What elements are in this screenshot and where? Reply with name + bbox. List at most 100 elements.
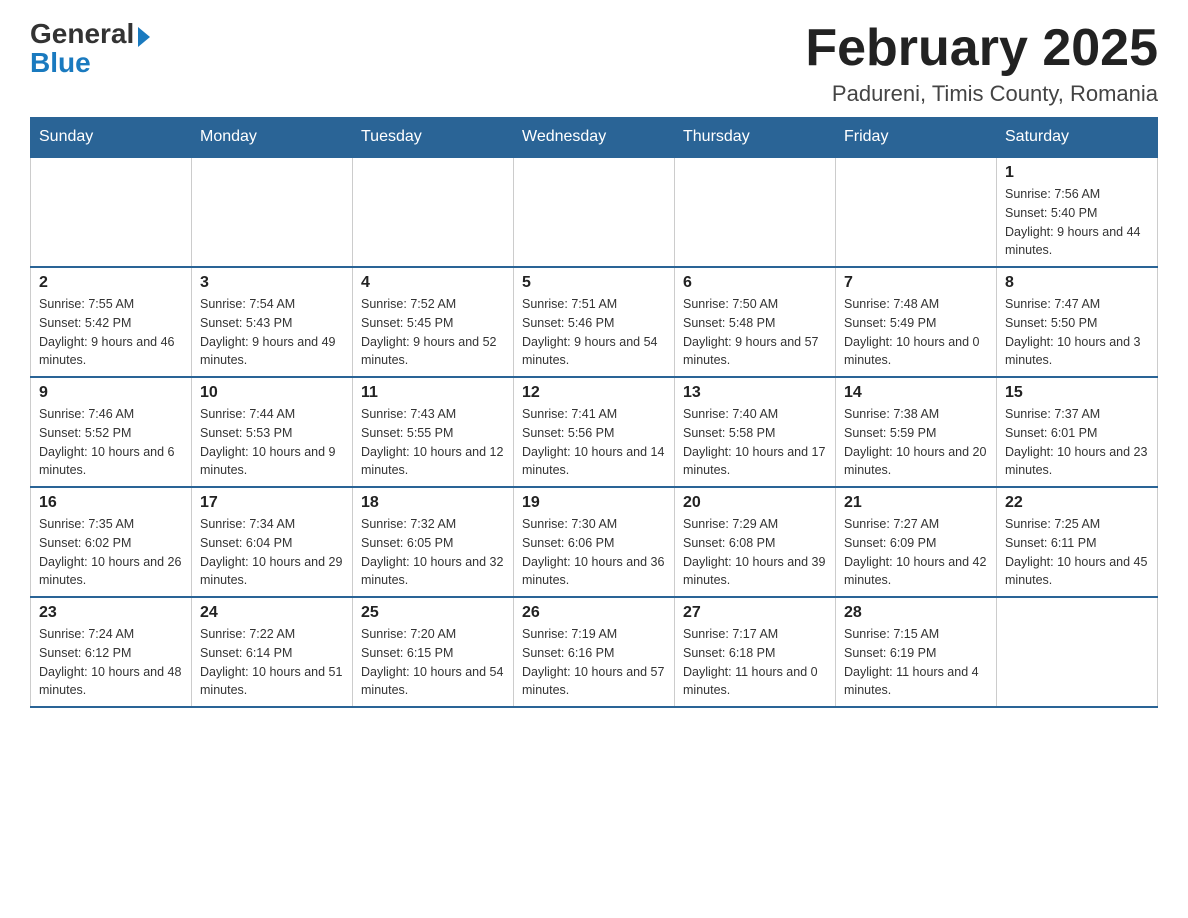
calendar-cell: 28Sunrise: 7:15 AM Sunset: 6:19 PM Dayli… — [836, 597, 997, 707]
calendar-week-row: 23 Sunrise: 7:24 AM Sunset: 6:12 PM Dayli… — [31, 597, 1158, 707]
day-number: 24 — [200, 604, 344, 622]
day-number: 13 — [683, 384, 827, 402]
calendar-cell: 10 Sunrise: 7:44 AM Sunset: 5:53 PM Dayli… — [192, 377, 353, 487]
day-info: Sunrise: 7:48 AM Sunset: 5:49 PM Dayligh… — [844, 295, 988, 370]
day-info: Sunrise: 7:20 AM Sunset: 6:15 PM Dayligh… — [361, 625, 505, 700]
day-number: 19 — [522, 494, 666, 512]
calendar-table: SundayMondayTuesdayWednesdayThursdayFrid… — [30, 117, 1158, 708]
calendar-body: 1 Sunrise: 7:56 AM Sunset: 5:40 PM Daylig… — [31, 157, 1158, 707]
calendar-week-row: 1 Sunrise: 7:56 AM Sunset: 5:40 PM Daylig… — [31, 157, 1158, 267]
calendar-cell: 14Sunrise: 7:38 AM Sunset: 5:59 PM Dayli… — [836, 377, 997, 487]
calendar-week-row: 9 Sunrise: 7:46 AM Sunset: 5:52 PM Daylig… — [31, 377, 1158, 487]
calendar-cell: 11Sunrise: 7:43 AM Sunset: 5:55 PM Dayli… — [353, 377, 514, 487]
location-subtitle: Padureni, Timis County, Romania — [805, 81, 1158, 107]
calendar-cell — [192, 157, 353, 267]
day-number: 12 — [522, 384, 666, 402]
calendar-cell: 6Sunrise: 7:50 AM Sunset: 5:48 PM Daylig… — [675, 267, 836, 377]
weekday-row: SundayMondayTuesdayWednesdayThursdayFrid… — [31, 118, 1158, 158]
day-number: 16 — [39, 494, 183, 512]
calendar-cell: 18 Sunrise: 7:32 AM Sunset: 6:05 PM Dayli… — [353, 487, 514, 597]
day-number: 1 — [1005, 164, 1149, 182]
day-number: 18 — [361, 494, 505, 512]
calendar-cell — [514, 157, 675, 267]
calendar-cell: 27 Sunrise: 7:17 AM Sunset: 6:18 PM Dayli… — [675, 597, 836, 707]
day-info: Sunrise: 7:50 AM Sunset: 5:48 PM Dayligh… — [683, 295, 827, 370]
day-info: Sunrise: 7:15 AM Sunset: 6:19 PM Dayligh… — [844, 625, 988, 700]
day-number: 2 — [39, 274, 183, 292]
calendar-cell: 21 Sunrise: 7:27 AM Sunset: 6:09 PM Dayli… — [836, 487, 997, 597]
day-number: 7 — [844, 274, 988, 292]
day-info: Sunrise: 7:51 AM Sunset: 5:46 PM Dayligh… — [522, 295, 666, 370]
day-number: 23 — [39, 604, 183, 622]
day-number: 22 — [1005, 494, 1149, 512]
day-info: Sunrise: 7:40 AM Sunset: 5:58 PM Dayligh… — [683, 405, 827, 480]
calendar-cell: 26Sunrise: 7:19 AM Sunset: 6:16 PM Dayli… — [514, 597, 675, 707]
calendar-cell — [836, 157, 997, 267]
day-number: 5 — [522, 274, 666, 292]
day-number: 20 — [683, 494, 827, 512]
day-info: Sunrise: 7:25 AM Sunset: 6:11 PM Dayligh… — [1005, 515, 1149, 590]
logo-blue-text: Blue — [30, 47, 91, 78]
day-number: 11 — [361, 384, 505, 402]
day-info: Sunrise: 7:17 AM Sunset: 6:18 PM Dayligh… — [683, 625, 827, 700]
calendar-cell: 23 Sunrise: 7:24 AM Sunset: 6:12 PM Dayli… — [31, 597, 192, 707]
day-info: Sunrise: 7:47 AM Sunset: 5:50 PM Dayligh… — [1005, 295, 1149, 370]
day-number: 10 — [200, 384, 344, 402]
logo-arrow-icon — [138, 27, 150, 47]
day-info: Sunrise: 7:19 AM Sunset: 6:16 PM Dayligh… — [522, 625, 666, 700]
calendar-cell: 4Sunrise: 7:52 AM Sunset: 5:45 PM Daylig… — [353, 267, 514, 377]
day-info: Sunrise: 7:24 AM Sunset: 6:12 PM Dayligh… — [39, 625, 183, 700]
calendar-cell: 2Sunrise: 7:55 AM Sunset: 5:42 PM Daylig… — [31, 267, 192, 377]
calendar-cell: 8Sunrise: 7:47 AM Sunset: 5:50 PM Daylig… — [997, 267, 1158, 377]
day-info: Sunrise: 7:46 AM Sunset: 5:52 PM Dayligh… — [39, 405, 183, 480]
calendar-cell: 20 Sunrise: 7:29 AM Sunset: 6:08 PM Dayli… — [675, 487, 836, 597]
calendar-cell: 7 Sunrise: 7:48 AM Sunset: 5:49 PM Daylig… — [836, 267, 997, 377]
day-info: Sunrise: 7:35 AM Sunset: 6:02 PM Dayligh… — [39, 515, 183, 590]
calendar-cell: 16 Sunrise: 7:35 AM Sunset: 6:02 PM Dayli… — [31, 487, 192, 597]
day-info: Sunrise: 7:32 AM Sunset: 6:05 PM Dayligh… — [361, 515, 505, 590]
day-info: Sunrise: 7:37 AM Sunset: 6:01 PM Dayligh… — [1005, 405, 1149, 480]
day-number: 15 — [1005, 384, 1149, 402]
logo-general-text: General — [30, 18, 134, 49]
calendar-cell — [31, 157, 192, 267]
weekday-header-friday: Friday — [836, 118, 997, 158]
day-number: 21 — [844, 494, 988, 512]
day-info: Sunrise: 7:44 AM Sunset: 5:53 PM Dayligh… — [200, 405, 344, 480]
day-info: Sunrise: 7:29 AM Sunset: 6:08 PM Dayligh… — [683, 515, 827, 590]
day-info: Sunrise: 7:54 AM Sunset: 5:43 PM Dayligh… — [200, 295, 344, 370]
calendar-week-row: 16 Sunrise: 7:35 AM Sunset: 6:02 PM Dayli… — [31, 487, 1158, 597]
calendar-week-row: 2Sunrise: 7:55 AM Sunset: 5:42 PM Daylig… — [31, 267, 1158, 377]
day-number: 25 — [361, 604, 505, 622]
title-section: February 2025 Padureni, Timis County, Ro… — [805, 20, 1158, 107]
day-info: Sunrise: 7:56 AM Sunset: 5:40 PM Dayligh… — [1005, 185, 1149, 260]
weekday-header-monday: Monday — [192, 118, 353, 158]
day-number: 17 — [200, 494, 344, 512]
calendar-cell: 17Sunrise: 7:34 AM Sunset: 6:04 PM Dayli… — [192, 487, 353, 597]
day-number: 27 — [683, 604, 827, 622]
day-info: Sunrise: 7:27 AM Sunset: 6:09 PM Dayligh… — [844, 515, 988, 590]
day-info: Sunrise: 7:41 AM Sunset: 5:56 PM Dayligh… — [522, 405, 666, 480]
calendar-cell — [353, 157, 514, 267]
calendar-cell: 22 Sunrise: 7:25 AM Sunset: 6:11 PM Dayli… — [997, 487, 1158, 597]
weekday-header-thursday: Thursday — [675, 118, 836, 158]
calendar-cell: 25 Sunrise: 7:20 AM Sunset: 6:15 PM Dayli… — [353, 597, 514, 707]
calendar-cell: 19Sunrise: 7:30 AM Sunset: 6:06 PM Dayli… — [514, 487, 675, 597]
calendar-header: SundayMondayTuesdayWednesdayThursdayFrid… — [31, 118, 1158, 158]
weekday-header-saturday: Saturday — [997, 118, 1158, 158]
weekday-header-sunday: Sunday — [31, 118, 192, 158]
logo: General Blue — [30, 20, 150, 77]
month-year-title: February 2025 — [805, 20, 1158, 77]
calendar-cell: 1 Sunrise: 7:56 AM Sunset: 5:40 PM Daylig… — [997, 157, 1158, 267]
calendar-cell: 9 Sunrise: 7:46 AM Sunset: 5:52 PM Daylig… — [31, 377, 192, 487]
calendar-cell: 12 Sunrise: 7:41 AM Sunset: 5:56 PM Dayli… — [514, 377, 675, 487]
day-number: 3 — [200, 274, 344, 292]
calendar-cell: 24Sunrise: 7:22 AM Sunset: 6:14 PM Dayli… — [192, 597, 353, 707]
calendar-cell: 3 Sunrise: 7:54 AM Sunset: 5:43 PM Daylig… — [192, 267, 353, 377]
calendar-cell — [675, 157, 836, 267]
calendar-cell — [997, 597, 1158, 707]
day-number: 14 — [844, 384, 988, 402]
weekday-header-wednesday: Wednesday — [514, 118, 675, 158]
weekday-header-tuesday: Tuesday — [353, 118, 514, 158]
day-number: 9 — [39, 384, 183, 402]
calendar-cell: 5 Sunrise: 7:51 AM Sunset: 5:46 PM Daylig… — [514, 267, 675, 377]
